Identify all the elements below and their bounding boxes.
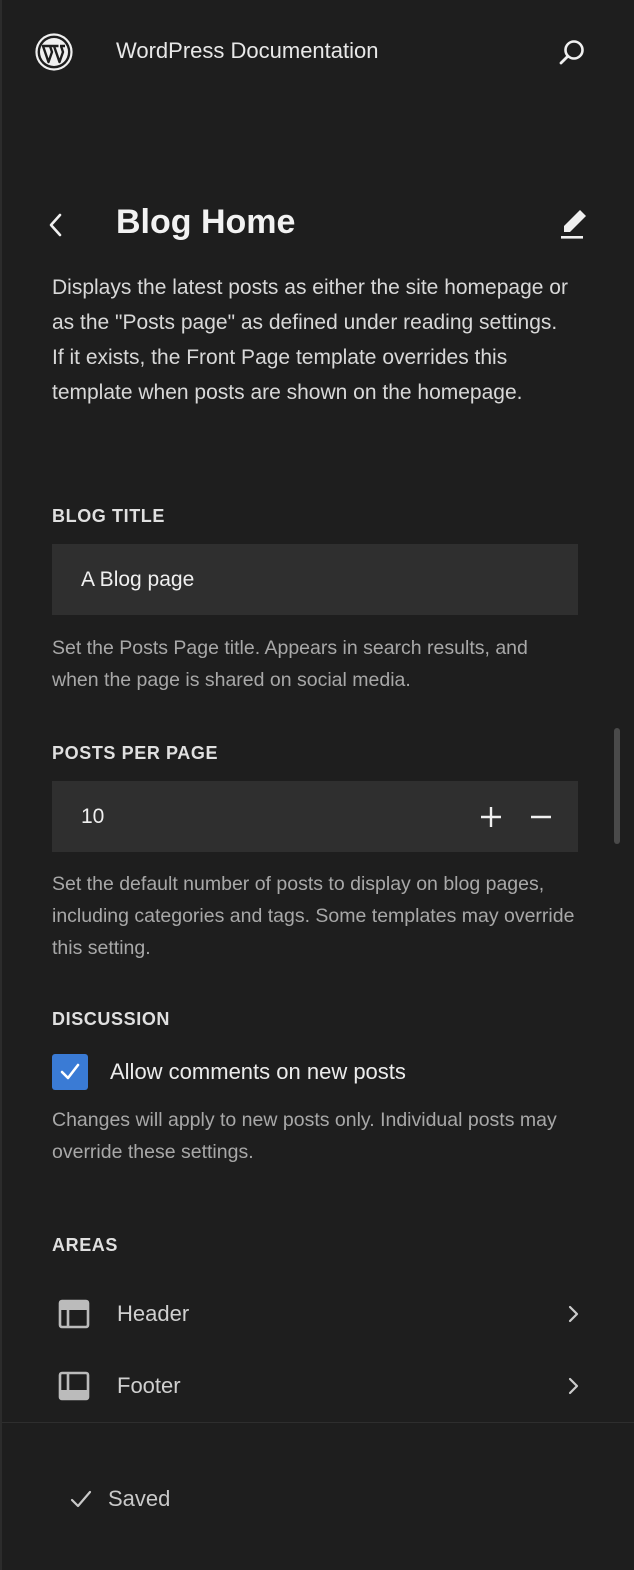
checkmark-icon [60, 1063, 80, 1080]
page-title: Blog Home [116, 203, 296, 241]
chevron-right-icon [568, 1305, 579, 1323]
posts-per-page-label: POSTS PER PAGE [52, 743, 219, 763]
blog-title-field[interactable] [52, 544, 578, 615]
wordpress-logo-icon[interactable] [35, 33, 73, 71]
discussion-help: Changes will apply to new posts only. In… [52, 1109, 557, 1163]
minus-icon [531, 815, 551, 819]
area-item-header[interactable]: Header [52, 1288, 588, 1340]
footer-layout-icon [58, 1371, 90, 1401]
posts-per-page-stepper[interactable] [52, 781, 578, 852]
check-icon [70, 1490, 92, 1508]
site-title[interactable]: WordPress Documentation [116, 38, 379, 64]
save-status-bar: Saved [2, 1422, 634, 1570]
allow-comments-checkbox[interactable] [52, 1054, 88, 1090]
search-button[interactable] [555, 36, 589, 70]
areas-label: AREAS [52, 1235, 119, 1255]
site-editor-sidebar: WordPress Documentation Blog Home Displa… [0, 0, 634, 1570]
saved-indicator: Saved [68, 1486, 170, 1512]
increment-button[interactable] [473, 799, 509, 835]
back-button[interactable] [42, 208, 70, 242]
edit-button[interactable] [556, 206, 592, 242]
area-item-label: Header [117, 1301, 190, 1326]
area-item-footer[interactable]: Footer [52, 1360, 588, 1412]
blog-title-input[interactable] [52, 544, 452, 615]
area-item-label: Footer [117, 1373, 181, 1398]
sidebar-header: WordPress Documentation [2, 0, 634, 106]
plus-icon [481, 807, 501, 827]
blog-title-label: BLOG TITLE [52, 506, 165, 526]
scrollbar-thumb[interactable] [614, 728, 620, 844]
search-icon [559, 40, 584, 65]
saved-label: Saved [108, 1486, 171, 1511]
template-description: Displays the latest posts as either the … [52, 276, 568, 404]
allow-comments-label[interactable]: Allow comments on new posts [110, 1059, 406, 1085]
decrement-button[interactable] [523, 799, 559, 835]
pencil-icon [561, 210, 586, 239]
chevron-left-icon [49, 213, 62, 237]
chevron-right-icon [568, 1377, 579, 1395]
header-layout-icon [58, 1299, 90, 1329]
discussion-label: DISCUSSION [52, 1009, 171, 1029]
posts-per-page-input[interactable] [52, 781, 452, 852]
blog-title-help: Set the Posts Page title. Appears in sea… [52, 637, 528, 691]
posts-per-page-help: Set the default number of posts to displ… [52, 873, 575, 959]
